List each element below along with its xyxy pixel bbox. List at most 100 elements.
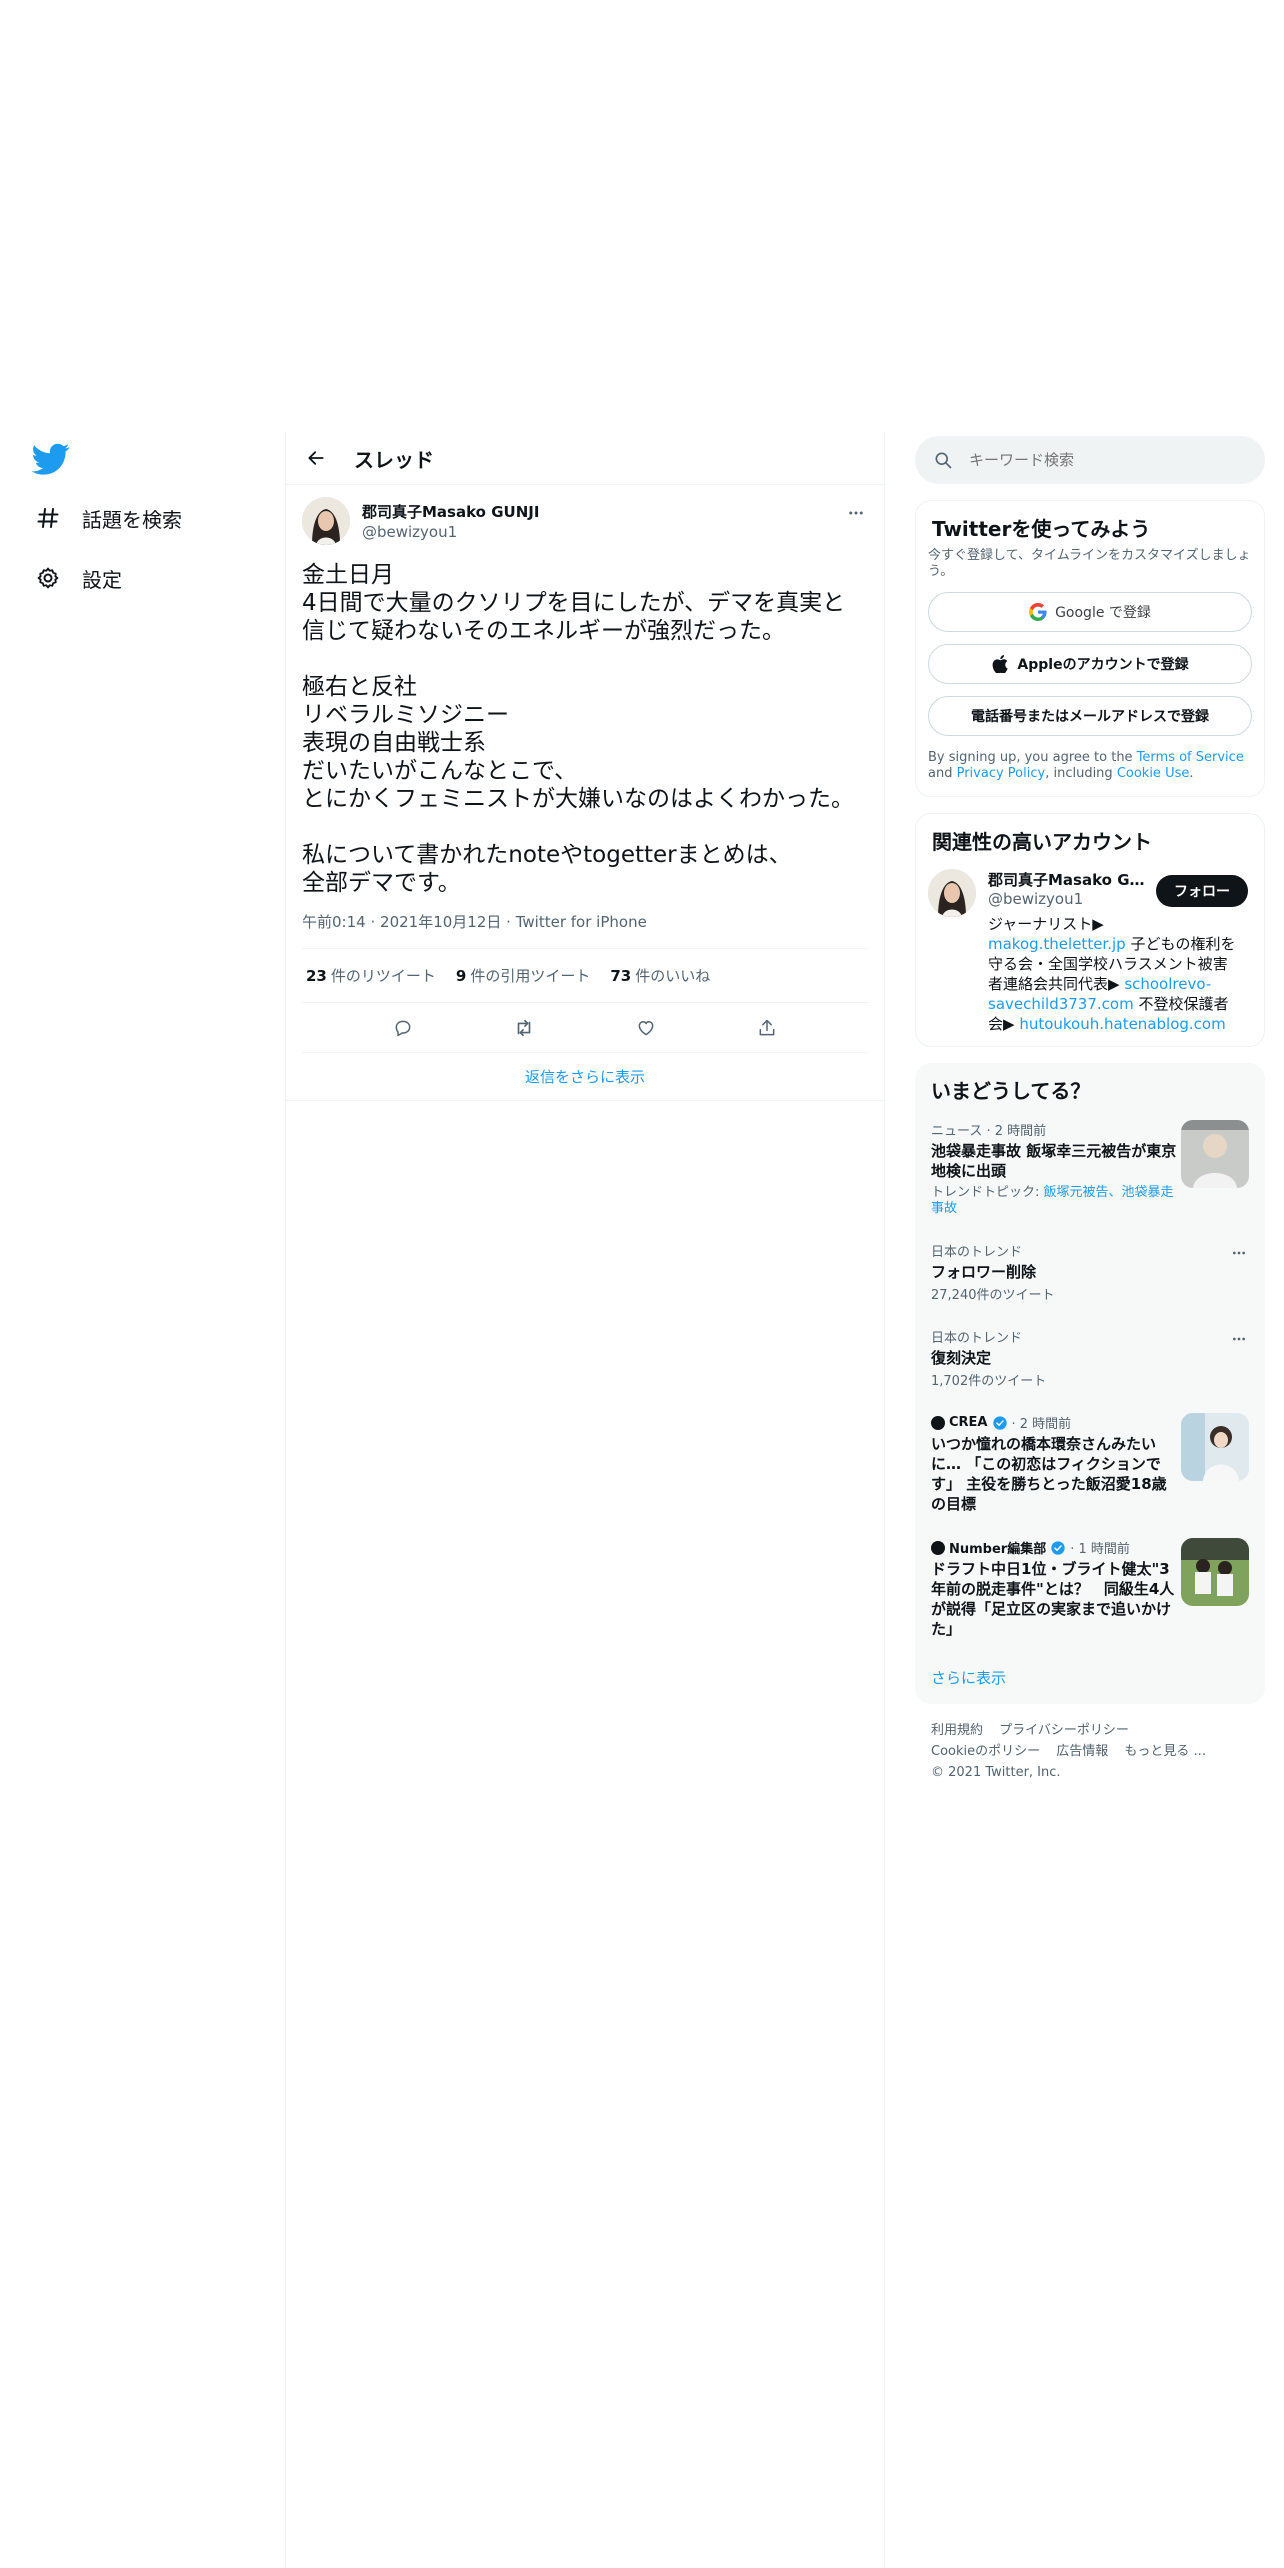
trend-title: いつか憧れの橋本環奈さんみたいに… 「この初恋はフィクションです」 主役を勝ちと… xyxy=(931,1435,1167,1513)
share-button[interactable] xyxy=(749,1010,785,1046)
verified-badge-icon xyxy=(992,1415,1007,1430)
trend-context: 日本のトレンド xyxy=(931,1245,1023,1260)
topics-label: トレンドトピック: xyxy=(931,1185,1044,1200)
terms-text: By signing up, you agree to the xyxy=(928,750,1137,765)
author-handle[interactable]: @bewizyou1 xyxy=(362,523,539,541)
google-signup-button[interactable]: Google で登録 xyxy=(928,592,1252,632)
bio-link[interactable]: hutoukouh.hatenablog.com xyxy=(1019,1015,1225,1033)
source-time: · 2 時間前 xyxy=(1011,1417,1072,1432)
avatar[interactable] xyxy=(302,497,350,545)
apple-signup-button[interactable]: Appleのアカウントで登録 xyxy=(928,644,1252,684)
avatar[interactable] xyxy=(928,869,976,917)
likes-count: 73 xyxy=(610,967,632,985)
nav-settings-label: 設定 xyxy=(82,567,122,592)
nav-explore-label: 話題を検索 xyxy=(82,507,182,532)
verified-badge-icon xyxy=(1051,1540,1065,1555)
author-name[interactable]: 郡司真子Masako GUNJI xyxy=(362,501,539,522)
retweets-count: 23 xyxy=(306,967,327,985)
terms-text: , including xyxy=(1045,766,1117,781)
search-box[interactable] xyxy=(915,436,1265,484)
bio-text: ジャーナリスト▶ xyxy=(988,915,1104,933)
google-signup-label: Google で登録 xyxy=(1055,605,1151,621)
trend-thumbnail xyxy=(1181,1120,1249,1188)
cookie-use-link[interactable]: Cookie Use xyxy=(1117,766,1190,781)
nav-explore[interactable]: 話題を検索 xyxy=(30,490,270,546)
footer-terms-link[interactable]: 利用規約 xyxy=(931,1723,983,1738)
related-name[interactable]: 郡司真子Masako GUNJI xyxy=(988,869,1148,890)
left-nav: 話題を検索 設定 xyxy=(30,440,270,606)
bio-link[interactable]: makog.theletter.jp xyxy=(988,935,1126,953)
source-name: Number編集部 xyxy=(949,1542,1047,1557)
thread-column: スレッド 郡司真子Masako GUNJI @bewizyou1 金土日月 4日… xyxy=(285,432,885,2568)
share-icon xyxy=(759,1019,775,1035)
trend-source: CREA · 2 時間前 xyxy=(931,1413,1181,1432)
tweet-line: 4日間で大量のクソリプを目にしたが、デマを真実と信じて疑わないそのエネルギーが強… xyxy=(302,590,846,644)
more-options-button[interactable] xyxy=(844,501,868,525)
likes-stat[interactable]: 73 件のいいね xyxy=(610,965,710,986)
tweet-meta: 午前0:14 · 2021年10月12日 · Twitter for iPhon… xyxy=(302,911,868,949)
tweet-line: 表現の自由戦士系 xyxy=(302,730,486,756)
reply-icon xyxy=(395,1020,411,1036)
quotes-stat[interactable]: 9 件の引用ツイート xyxy=(456,965,590,986)
terms-of-service-link[interactable]: Terms of Service xyxy=(1137,750,1244,765)
quotes-label: 件の引用ツイート xyxy=(470,967,591,985)
trend-item[interactable]: CREA · 2 時間前 いつか憧れの橋本環奈さんみたいに… 「この初恋はフィク… xyxy=(915,1401,1265,1526)
likes-label: 件のいいね xyxy=(635,967,711,985)
terms-text: and xyxy=(928,766,957,781)
tweet-time[interactable]: 午前0:14 xyxy=(302,913,366,931)
trend-context: 日本のトレンド xyxy=(931,1331,1023,1346)
hashtag-icon xyxy=(34,504,62,532)
tweet-line: リベラルミソジニー xyxy=(302,702,509,728)
trend-item[interactable]: Number編集部 · 1 時間前 ドラフト中日1位・ブライト健太"3年前の脱走… xyxy=(915,1526,1265,1651)
trend-thumbnail xyxy=(1181,1413,1249,1481)
retweets-label: 件のリツイート xyxy=(330,967,436,985)
sidebar-footer: 利用規約 プライバシーポリシー Cookieのポリシー 広告情報 もっと見る .… xyxy=(915,1704,1265,1783)
phone-email-signup-button[interactable]: 電話番号またはメールアドレスで登録 xyxy=(928,696,1252,736)
phone-email-signup-label: 電話番号またはメールアドレスで登録 xyxy=(971,709,1209,725)
footer-privacy-link[interactable]: プライバシーポリシー xyxy=(999,1723,1129,1738)
tweet-line: 私について書かれたnoteやtogetterまとめは、 xyxy=(302,842,792,868)
related-accounts-card: 関連性の高いアカウント 郡司真子Masako GUNJI @bewizyou1 … xyxy=(915,813,1265,1047)
search-input[interactable] xyxy=(969,451,1229,469)
trend-more-button[interactable] xyxy=(1229,1243,1249,1263)
tweet-actions xyxy=(302,1003,868,1053)
terms-text: . xyxy=(1189,766,1194,781)
nav-settings[interactable]: 設定 xyxy=(30,550,270,606)
related-title: 関連性の高いアカウント xyxy=(932,830,1152,854)
trends-show-more-link[interactable]: さらに表示 xyxy=(915,1651,1265,1704)
source-avatar-icon xyxy=(931,1540,945,1555)
privacy-policy-link[interactable]: Privacy Policy xyxy=(957,766,1046,781)
trend-title: フォロワー削除 xyxy=(931,1263,1037,1281)
trends-card: いまどうしてる？ ニュース · 2 時間前 池袋暴走事故 飯塚幸三元被告が東京地… xyxy=(915,1063,1265,1704)
trend-thumbnail xyxy=(1181,1538,1249,1606)
retweet-button[interactable] xyxy=(506,1010,542,1046)
like-button[interactable] xyxy=(628,1010,664,1046)
trend-item[interactable]: 日本のトレンド フォロワー削除 27,240件のツイート xyxy=(915,1229,1265,1315)
related-account[interactable]: 郡司真子Masako GUNJI @bewizyou1 ジャーナリスト▶ mak… xyxy=(916,855,1264,1046)
search-icon xyxy=(935,452,952,469)
signup-subtitle: 今すぐ登録して、タイムラインをカスタマイズしましょう。 xyxy=(928,548,1251,579)
show-more-replies-link[interactable]: 返信をさらに表示 xyxy=(286,1053,884,1101)
trend-item[interactable]: 日本のトレンド 復刻決定 1,702件のツイート xyxy=(915,1315,1265,1401)
footer-cookie-link[interactable]: Cookieのポリシー xyxy=(931,1744,1040,1759)
trends-title: いまどうしてる？ xyxy=(931,1079,1091,1103)
apple-icon xyxy=(991,655,1009,673)
trend-title: 池袋暴走事故 飯塚幸三元被告が東京地検に出頭 xyxy=(931,1142,1177,1180)
source-time: · 1 時間前 xyxy=(1070,1542,1130,1557)
footer-more-link[interactable]: もっと見る ... xyxy=(1124,1744,1206,1759)
retweets-stat[interactable]: 23 件のリツイート xyxy=(306,965,436,986)
right-sidebar: Twitterを使ってみよう 今すぐ登録して、タイムラインをカスタマイズしましょ… xyxy=(915,436,1265,1783)
tweet-source[interactable]: Twitter for iPhone xyxy=(516,913,647,931)
trend-item[interactable]: ニュース · 2 時間前 池袋暴走事故 飯塚幸三元被告が東京地検に出頭 トレンド… xyxy=(915,1108,1265,1229)
tweet-line: 金土日月 xyxy=(302,562,394,588)
reply-button[interactable] xyxy=(385,1010,421,1046)
more-dots-icon xyxy=(849,511,863,515)
trend-more-button[interactable] xyxy=(1229,1329,1249,1349)
back-button[interactable] xyxy=(298,440,334,476)
follow-button[interactable]: フォロー xyxy=(1156,875,1248,907)
footer-ads-link[interactable]: 広告情報 xyxy=(1056,1744,1108,1759)
tweet-date[interactable]: 2021年10月12日 xyxy=(380,913,501,931)
tweet-line: とにかくフェミニストが大嫌いなのはよくわかった。 xyxy=(302,786,854,812)
quotes-count: 9 xyxy=(455,967,467,985)
twitter-logo-icon[interactable] xyxy=(32,440,70,478)
